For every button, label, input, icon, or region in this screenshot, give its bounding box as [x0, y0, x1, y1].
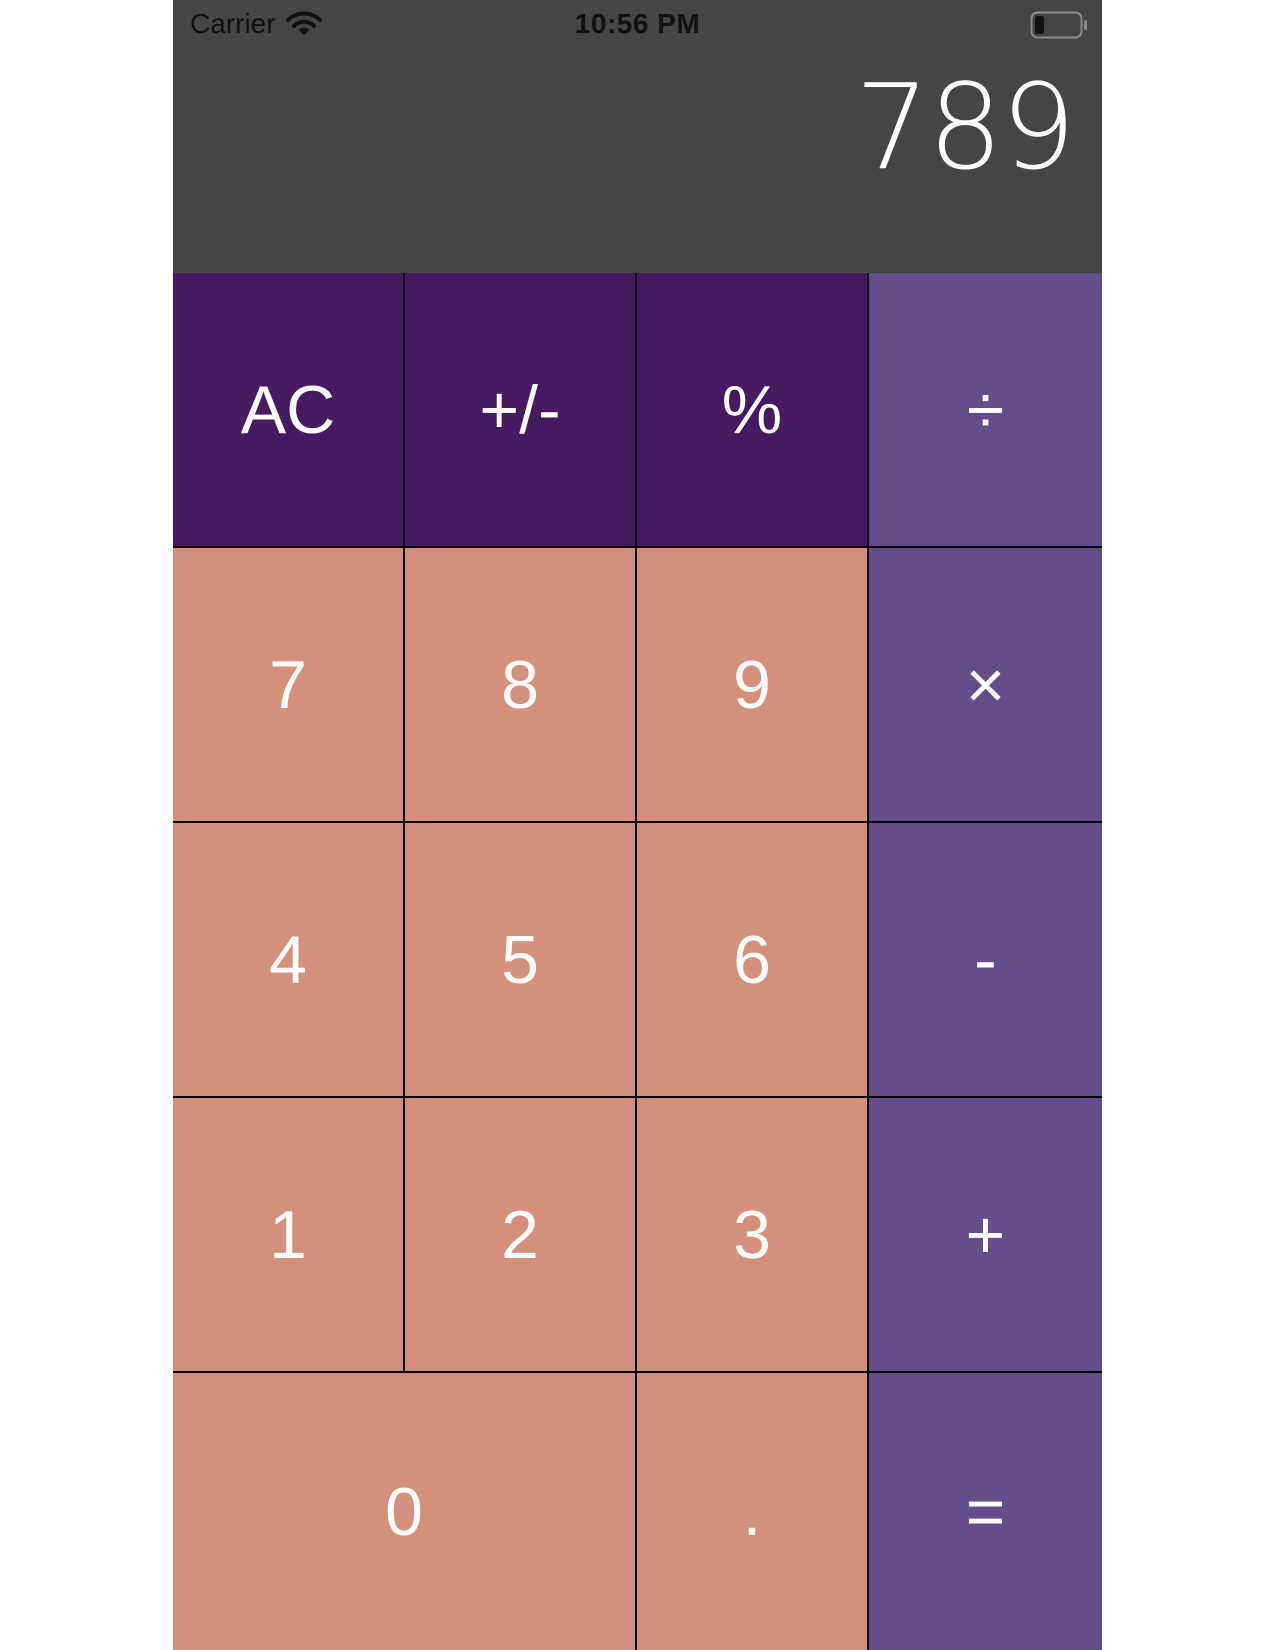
digit-2-button[interactable]: 2 [405, 1098, 637, 1373]
percent-button[interactable]: % [637, 273, 869, 548]
clear-button[interactable]: AC [173, 273, 405, 548]
battery-icon [1030, 11, 1088, 39]
digit-3-button[interactable]: 3 [637, 1098, 869, 1373]
status-bar: Carrier 10:56 PM [173, 0, 1102, 52]
multiply-button[interactable]: × [869, 548, 1102, 823]
status-time: 10:56 PM [574, 8, 701, 39]
digit-7-button[interactable]: 7 [173, 548, 405, 823]
keypad: AC +/- % ÷ 7 8 9 × 4 5 6 - 1 2 3 + 0 . = [173, 273, 1102, 1650]
divide-button[interactable]: ÷ [869, 273, 1102, 548]
digit-0-button[interactable]: 0 [173, 1373, 637, 1650]
add-button[interactable]: + [869, 1098, 1102, 1373]
digit-1-button[interactable]: 1 [173, 1098, 405, 1373]
digit-4-button[interactable]: 4 [173, 823, 405, 1098]
equals-button[interactable]: = [869, 1373, 1102, 1650]
decimal-button[interactable]: . [637, 1373, 869, 1650]
subtract-button[interactable]: - [869, 823, 1102, 1098]
digit-6-button[interactable]: 6 [637, 823, 869, 1098]
digit-8-button[interactable]: 8 [405, 548, 637, 823]
result-display: 789 [854, 58, 1076, 196]
calculator-app: Carrier 10:56 PM 789 AC +/- % ÷ 7 8 9 × … [173, 0, 1102, 1650]
digit-9-button[interactable]: 9 [637, 548, 869, 823]
digit-5-button[interactable]: 5 [405, 823, 637, 1098]
plus-minus-button[interactable]: +/- [405, 273, 637, 548]
display-panel: Carrier 10:56 PM 789 [173, 0, 1102, 273]
